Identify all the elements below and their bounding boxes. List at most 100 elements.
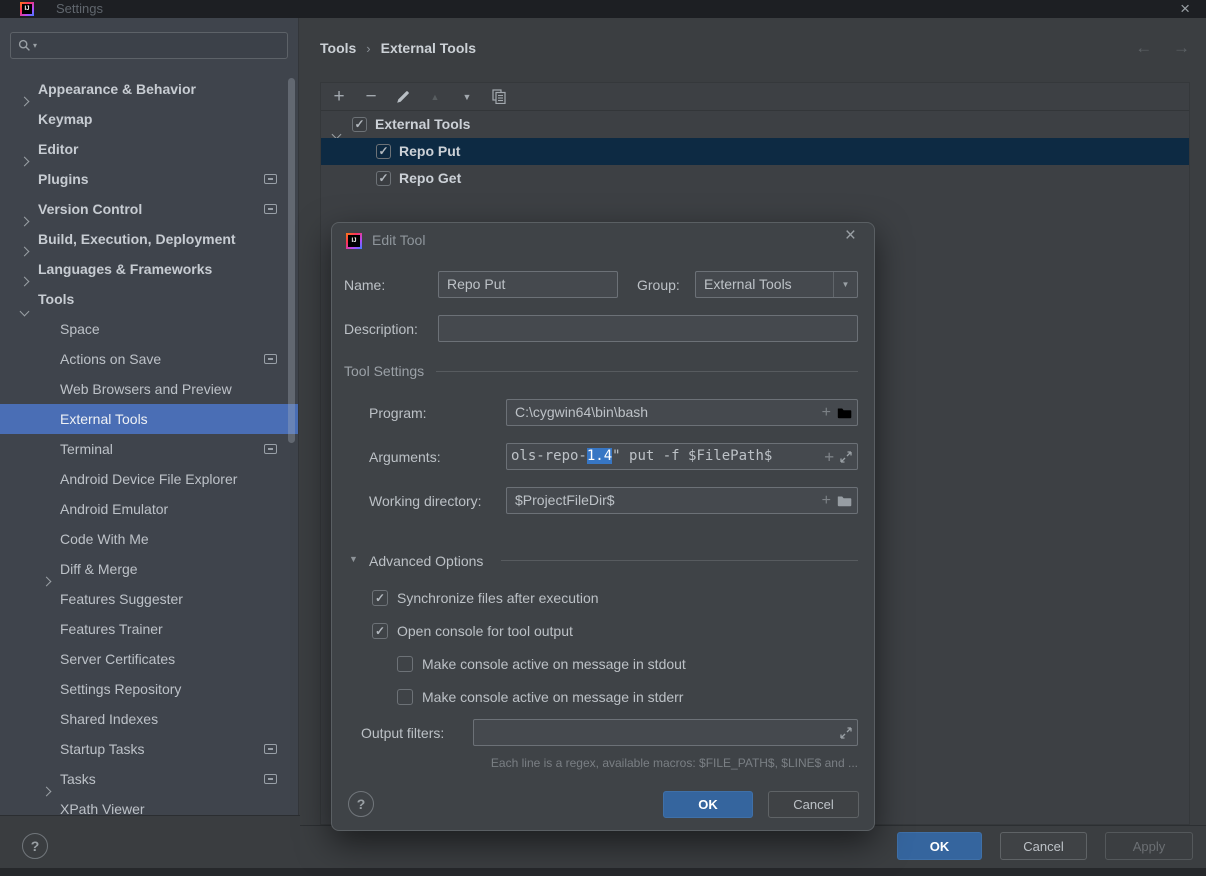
sidebar-item-features-trainer[interactable]: Features Trainer: [0, 614, 298, 644]
advanced-collapse-icon[interactable]: ▼: [349, 554, 358, 564]
sidebar-item-label: Code With Me: [60, 531, 149, 547]
sidebar-item-tasks[interactable]: Tasks: [0, 764, 298, 797]
history-nav: ← →: [1119, 38, 1190, 58]
close-icon[interactable]: ×: [1180, 0, 1190, 19]
tree-row-repo-get[interactable]: ✓ Repo Get: [321, 165, 1189, 192]
working-directory-field[interactable]: $ProjectFileDir$ +: [506, 487, 858, 514]
insert-macro-icon[interactable]: +: [822, 404, 831, 421]
output-filters-hint: Each line is a regex, available macros: …: [490, 756, 858, 770]
sidebar-item-label: Tools: [38, 291, 75, 307]
configurable-plugin-icon: [264, 354, 277, 364]
sidebar-item-startup-tasks[interactable]: Startup Tasks: [0, 734, 298, 764]
sidebar-item-android-emulator[interactable]: Android Emulator: [0, 494, 298, 524]
sidebar-item-keymap[interactable]: Keymap: [0, 104, 298, 134]
sidebar-item-plugins[interactable]: Plugins: [0, 164, 298, 194]
checkbox[interactable]: ✓: [376, 144, 391, 159]
option-row-make-console-active-on-message-in-stdout: Make console active on message in stdout: [332, 647, 874, 680]
sidebar-item-build-execution-deployment[interactable]: Build, Execution, Deployment: [0, 224, 298, 257]
browse-folder-icon[interactable]: [837, 495, 852, 507]
sidebar-item-server-certificates[interactable]: Server Certificates: [0, 644, 298, 674]
breadcrumb-external-tools: External Tools: [380, 40, 477, 56]
group-value: External Tools: [704, 276, 792, 292]
sidebar-item-android-device-file-explorer[interactable]: Android Device File Explorer: [0, 464, 298, 494]
sidebar-item-actions-on-save[interactable]: Actions on Save: [0, 344, 298, 374]
checkbox[interactable]: ✓: [372, 589, 388, 606]
expand-field-icon[interactable]: [840, 450, 852, 463]
tree-row-external-tools[interactable]: ✓ External Tools: [321, 111, 1189, 140]
arguments-post: " put -f $FilePath$: [612, 448, 773, 464]
back-arrow-icon[interactable]: ←: [1135, 38, 1152, 57]
option-row-open-console-for-tool-output: ✓ Open console for tool output: [332, 614, 874, 647]
checkbox[interactable]: ✓: [376, 171, 391, 186]
search-input[interactable]: ▾: [10, 32, 288, 59]
output-filters-field[interactable]: [473, 719, 858, 746]
tree-item-label: Repo Get: [399, 170, 462, 186]
arguments-field[interactable]: ols-repo-1.4" put -f $FilePath$ +: [506, 443, 858, 470]
dialog-help-button[interactable]: ?: [348, 791, 374, 817]
sidebar-item-shared-indexes[interactable]: Shared Indexes: [0, 704, 298, 734]
expand-field-icon[interactable]: [840, 726, 852, 739]
sidebar-scrollbar[interactable]: [288, 78, 295, 443]
search-icon: [18, 39, 31, 52]
option-label: Make console active on message in stdout: [422, 655, 686, 672]
configurable-plugin-icon: [264, 174, 277, 184]
settings-apply-button[interactable]: Apply: [1105, 832, 1193, 860]
sidebar-item-space[interactable]: Space: [0, 314, 298, 344]
tree-item-label: Repo Put: [399, 143, 461, 159]
copy-icon[interactable]: [489, 87, 509, 107]
sidebar-item-settings-repository[interactable]: Settings Repository: [0, 674, 298, 704]
breadcrumb-separator-icon: ›: [366, 41, 371, 56]
edit-pencil-icon[interactable]: [393, 87, 413, 107]
settings-cancel-button[interactable]: Cancel: [1000, 832, 1087, 860]
move-up-icon[interactable]: ▲: [425, 87, 445, 107]
sidebar-item-xpath-viewer[interactable]: XPath Viewer: [0, 794, 298, 815]
sidebar-item-tools[interactable]: Tools: [0, 284, 298, 317]
program-field[interactable]: C:\cygwin64\bin\bash +: [506, 399, 858, 426]
sidebar-item-terminal[interactable]: Terminal: [0, 434, 298, 464]
dialog-ok-button[interactable]: OK: [663, 791, 753, 818]
browse-folder-icon[interactable]: [837, 407, 852, 419]
sidebar-item-features-suggester[interactable]: Features Suggester: [0, 584, 298, 614]
checkbox[interactable]: [397, 655, 413, 672]
checkbox[interactable]: ✓: [372, 622, 388, 639]
move-down-icon[interactable]: ▼: [457, 87, 477, 107]
breadcrumb: Tools › External Tools: [320, 40, 476, 56]
combo-dropdown-icon[interactable]: ▼: [833, 272, 857, 297]
dialog-close-icon[interactable]: ×: [845, 225, 856, 247]
configurable-plugin-icon: [264, 774, 277, 784]
checkbox[interactable]: [397, 688, 413, 705]
dialog-cancel-button[interactable]: Cancel: [768, 791, 859, 818]
forward-arrow-icon[interactable]: →: [1173, 38, 1190, 57]
description-field[interactable]: [438, 315, 858, 342]
sidebar-item-label: Features Suggester: [60, 591, 183, 607]
arguments-selected-text: 1.4: [586, 448, 613, 464]
sidebar-item-appearance-behavior[interactable]: Appearance & Behavior: [0, 74, 298, 107]
sidebar-item-web-browsers-and-preview[interactable]: Web Browsers and Preview: [0, 374, 298, 404]
working-directory-value: $ProjectFileDir$: [515, 492, 615, 508]
remove-icon[interactable]: −: [361, 86, 381, 107]
insert-macro-icon[interactable]: +: [824, 448, 834, 465]
group-combobox[interactable]: External Tools ▼: [695, 271, 858, 298]
sidebar-item-label: Plugins: [38, 171, 89, 187]
option-label: Make console active on message in stderr: [422, 688, 684, 705]
sidebar-item-code-with-me[interactable]: Code With Me: [0, 524, 298, 554]
sidebar-item-label: Web Browsers and Preview: [60, 381, 232, 397]
name-field[interactable]: Repo Put: [438, 271, 618, 298]
insert-macro-icon[interactable]: +: [822, 492, 831, 509]
settings-ok-button[interactable]: OK: [897, 832, 982, 860]
sidebar-item-label: Build, Execution, Deployment: [38, 231, 236, 247]
sidebar-item-editor[interactable]: Editor: [0, 134, 298, 167]
option-row-make-console-active-on-message-in-stderr: Make console active on message in stderr: [332, 680, 874, 713]
sidebar-item-external-tools[interactable]: External Tools: [0, 404, 298, 434]
sidebar-item-diff-merge[interactable]: Diff & Merge: [0, 554, 298, 587]
sidebar-list: Appearance & Behavior Keymap Editor Plugins…: [0, 74, 298, 815]
sidebar-item-version-control[interactable]: Version Control: [0, 194, 298, 227]
checkbox[interactable]: ✓: [352, 117, 367, 132]
sidebar-item-languages-frameworks[interactable]: Languages & Frameworks: [0, 254, 298, 287]
settings-help-button[interactable]: ?: [22, 833, 48, 859]
advanced-options-label[interactable]: Advanced Options: [369, 547, 483, 575]
add-icon[interactable]: +: [329, 86, 349, 107]
tree-row-repo-put[interactable]: ✓ Repo Put: [321, 138, 1189, 165]
breadcrumb-tools[interactable]: Tools: [320, 40, 356, 56]
search-options-caret-icon[interactable]: ▾: [33, 41, 37, 50]
